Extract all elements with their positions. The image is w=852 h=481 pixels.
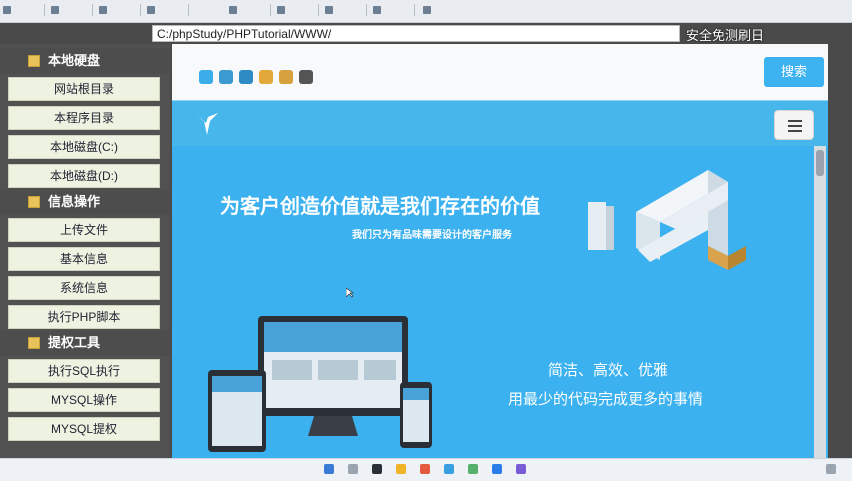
- browser-tab[interactable]: [322, 3, 376, 17]
- theme-swatch[interactable]: [299, 70, 313, 84]
- devices-illustration: [208, 316, 432, 452]
- app-icon[interactable]: [444, 464, 454, 474]
- sidebar-item-basic-info[interactable]: 基本信息: [8, 247, 160, 271]
- site-logo-icon[interactable]: [194, 111, 220, 137]
- browser-tab[interactable]: [96, 3, 150, 17]
- browser-tab[interactable]: [48, 3, 102, 17]
- sidebar-item-system-info[interactable]: 系统信息: [8, 276, 160, 300]
- sidebar-section-title: 信息操作: [48, 194, 101, 209]
- overlay-text: 安全免测刷日: [686, 28, 765, 43]
- mouse-cursor-icon: [346, 288, 354, 298]
- sidebar-item-mysql-ops[interactable]: MYSQL操作: [8, 388, 160, 412]
- sidebar-section-header: 信息操作: [0, 189, 170, 215]
- sidebar-section-header: 提权工具: [0, 330, 170, 356]
- browser-tab[interactable]: [274, 3, 328, 17]
- hamburger-menu-button[interactable]: [774, 110, 814, 140]
- hero-title: 为客户创造价值就是我们存在的价值: [220, 196, 540, 218]
- browser-tab-bar: [0, 0, 852, 23]
- start-icon[interactable]: [324, 464, 334, 474]
- theme-swatch[interactable]: [279, 70, 293, 84]
- sidebar-section-header: 本地硬盘: [0, 48, 170, 74]
- sidebar-section-title: 提权工具: [48, 335, 101, 350]
- search-button[interactable]: 搜索: [764, 57, 824, 87]
- browser-tab[interactable]: [226, 3, 280, 17]
- sidebar-section-title: 本地硬盘: [48, 53, 101, 68]
- page-scrollbar[interactable]: [814, 146, 826, 458]
- sidebar-item-run-php[interactable]: 执行PHP脚本: [8, 305, 160, 329]
- app-icon[interactable]: [516, 464, 526, 474]
- sidebar-item-upload[interactable]: 上传文件: [8, 218, 160, 242]
- search-icon[interactable]: [348, 464, 358, 474]
- sidebar-item-mysql-priv[interactable]: MYSQL提权: [8, 417, 160, 441]
- sidebar-item-run-sql[interactable]: 执行SQL执行: [8, 359, 160, 383]
- address-bar[interactable]: C:/phpStudy/PHPTutorial/WWW/: [152, 25, 680, 42]
- sidebar-item-web-root[interactable]: 网站根目录: [8, 77, 160, 101]
- browser-tab[interactable]: [370, 3, 424, 17]
- explorer-icon[interactable]: [396, 464, 406, 474]
- theme-swatch[interactable]: [219, 70, 233, 84]
- browser-icon[interactable]: [492, 464, 502, 474]
- taskbar: [0, 458, 852, 481]
- site-navbar: [172, 100, 828, 147]
- folder-icon: [28, 196, 40, 208]
- browser-tab[interactable]: [0, 3, 54, 17]
- isometric-shape-illustration: [588, 170, 746, 270]
- theme-swatch[interactable]: [239, 70, 253, 84]
- theme-swatch[interactable]: [199, 70, 213, 84]
- slogan-line-1: 简洁、高效、优雅: [548, 362, 669, 379]
- folder-icon: [28, 337, 40, 349]
- theme-swatch[interactable]: [259, 70, 273, 84]
- scrollbar-thumb[interactable]: [816, 150, 824, 176]
- taskview-icon[interactable]: [372, 464, 382, 474]
- folder-icon: [28, 55, 40, 67]
- browser-tab-active[interactable]: [420, 3, 594, 17]
- notification-icon[interactable]: [826, 464, 836, 474]
- sidebar-item-program-dir[interactable]: 本程序目录: [8, 106, 160, 130]
- sidebar-item-drive-c[interactable]: 本地磁盘(C:): [8, 135, 160, 159]
- slogan-line-2: 用最少的代码完成更多的事情: [508, 391, 704, 408]
- app-icon[interactable]: [420, 464, 430, 474]
- hero-subtitle: 我们只为有品味需要设计的客户服务: [352, 230, 512, 241]
- sidebar-item-drive-d[interactable]: 本地磁盘(D:): [8, 164, 160, 188]
- browser-tab[interactable]: [144, 3, 198, 17]
- app-icon[interactable]: [468, 464, 478, 474]
